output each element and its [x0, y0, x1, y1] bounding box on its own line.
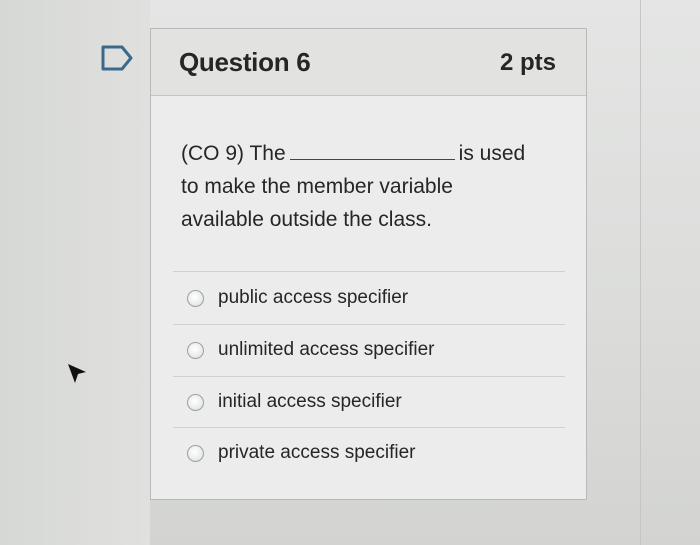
- question-line-1: (CO 9) The is used: [181, 137, 561, 170]
- answer-option-public[interactable]: public access specifier: [187, 287, 408, 309]
- question-text-after-blank: is used: [458, 142, 526, 165]
- answer-label: public access specifier: [218, 287, 409, 308]
- question-card: Question 6 2 pts (CO 9) The is used to ma…: [150, 28, 587, 500]
- answer-divider: [173, 324, 565, 325]
- radio-button[interactable]: [187, 341, 204, 359]
- answer-option-private[interactable]: private access specifier: [187, 442, 415, 464]
- flag-question-icon[interactable]: [100, 43, 134, 73]
- radio-button[interactable]: [187, 444, 204, 462]
- question-points: 2 pts: [499, 49, 556, 76]
- answer-label: initial access specifier: [218, 391, 402, 412]
- question-text-before-blank: (CO 9) The: [181, 142, 286, 165]
- mouse-cursor-icon: [68, 364, 86, 383]
- answer-label: private access specifier: [218, 442, 416, 463]
- answer-divider: [173, 427, 565, 428]
- radio-button[interactable]: [187, 393, 204, 411]
- question-header: Question 6 2 pts: [151, 29, 586, 96]
- question-line-3: available outside the class.: [181, 208, 432, 231]
- question-title: Question 6: [179, 47, 311, 77]
- answer-option-unlimited[interactable]: unlimited access specifier: [187, 339, 434, 361]
- answers-top-divider: [173, 271, 565, 272]
- answer-option-initial[interactable]: initial access specifier: [187, 391, 402, 413]
- answer-label: unlimited access specifier: [218, 339, 435, 360]
- answer-divider: [173, 376, 565, 377]
- radio-button[interactable]: [187, 289, 204, 307]
- page-background-left: [0, 0, 150, 545]
- window-edge: [640, 0, 641, 545]
- question-text: (CO 9) The is used to make the member var…: [181, 137, 561, 236]
- fill-in-blank: [289, 145, 455, 160]
- question-line-2: to make the member variable: [181, 175, 453, 198]
